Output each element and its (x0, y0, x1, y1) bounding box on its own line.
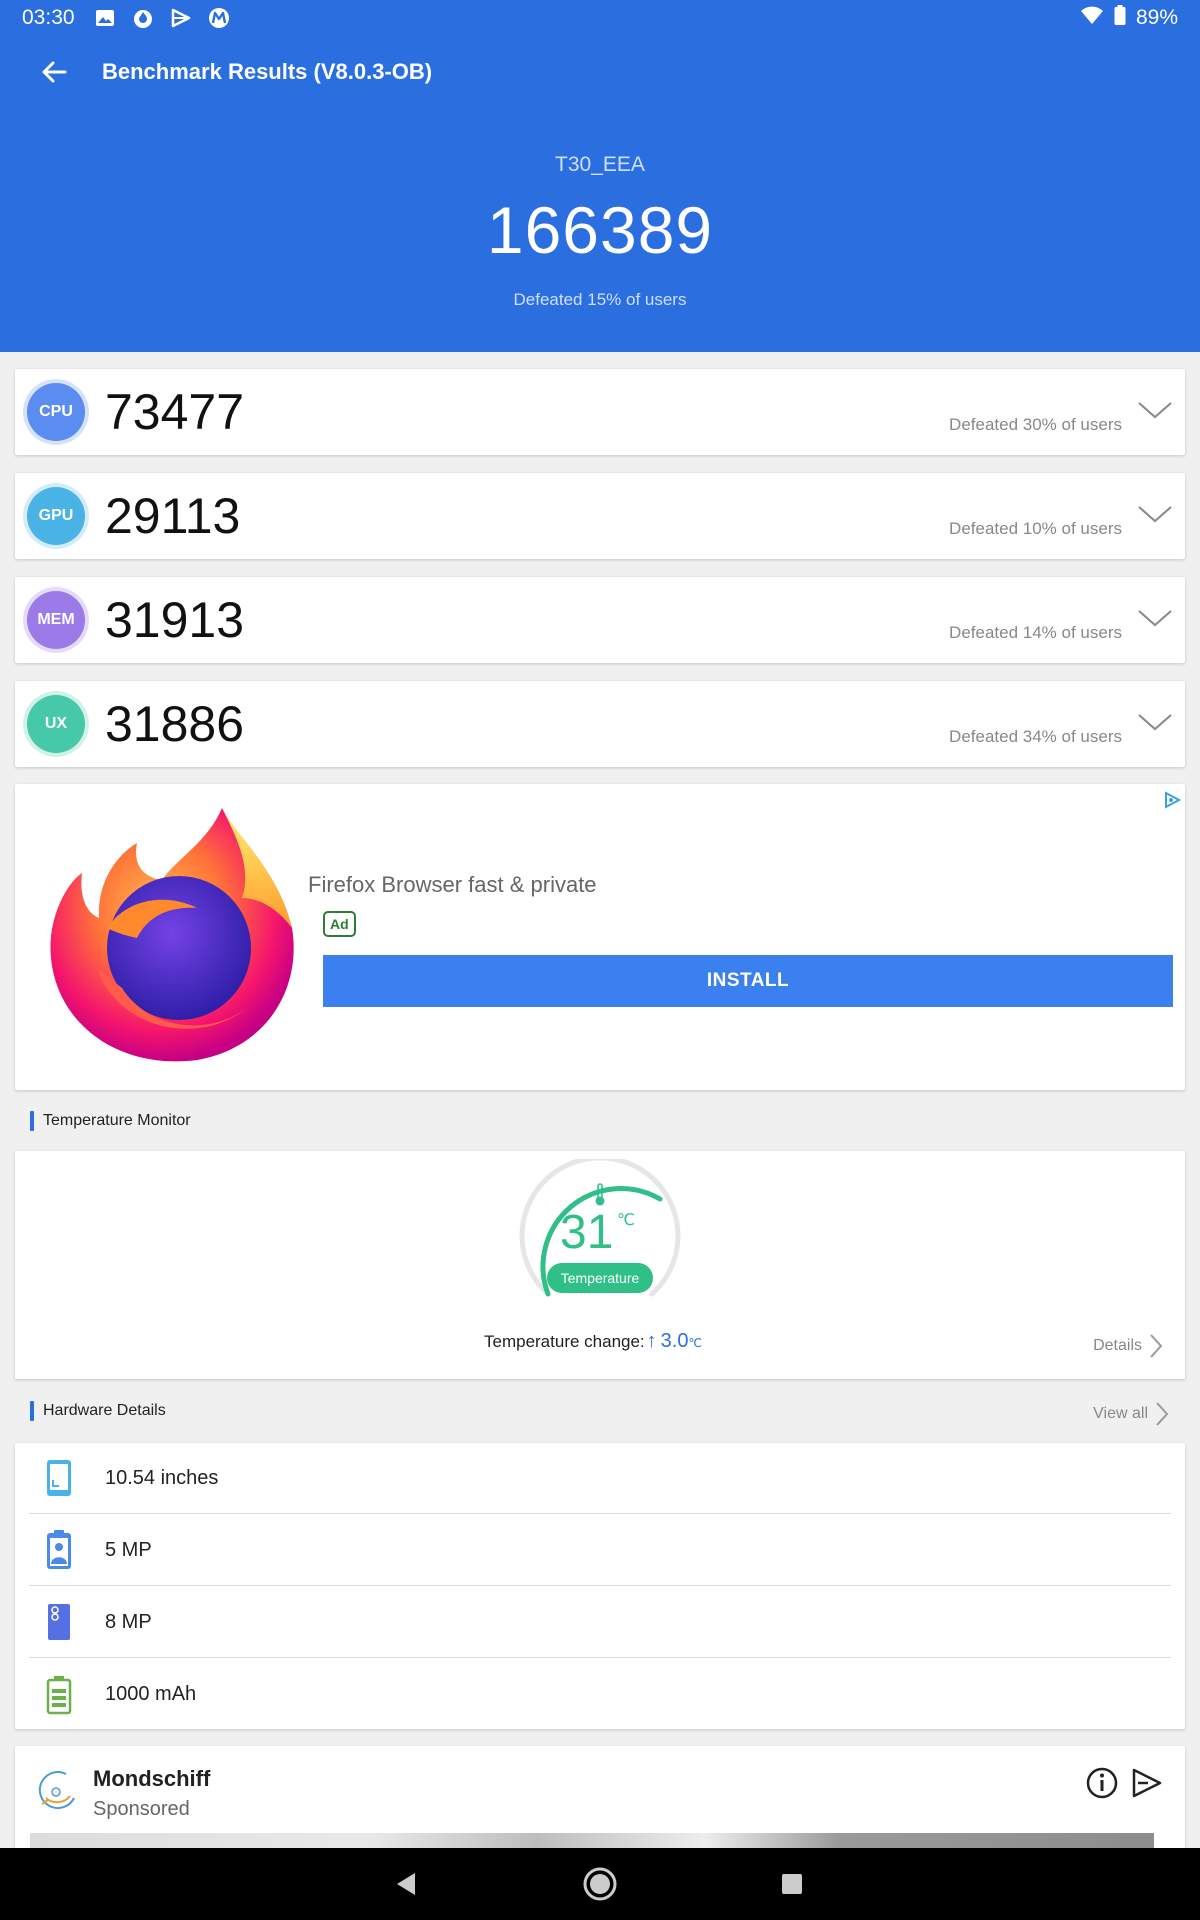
mem-score: 31913 (105, 592, 245, 648)
battery-percent: 89% (1135, 6, 1178, 29)
hardware-section-label: Hardware Details (43, 1402, 166, 1419)
nav-home-button[interactable] (580, 1864, 620, 1904)
thermometer-icon (595, 1183, 605, 1206)
status-right: 89% (1080, 5, 1178, 31)
cpu-score: 73477 (105, 384, 245, 440)
adchoices-icon[interactable] (1162, 790, 1182, 810)
view-all-label: View all (1093, 1405, 1148, 1422)
hardware-front-camera-text: 5 MP (105, 1538, 152, 1561)
play-store-icon (169, 6, 193, 30)
hardware-rear-camera-text: 8 MP (105, 1610, 152, 1633)
chevron-down-icon[interactable] (1137, 503, 1173, 527)
score-card-gpu[interactable]: GPU 29113 Defeated 10% of users (15, 473, 1185, 559)
screen-icon (41, 1457, 77, 1499)
arrow-left-icon (42, 61, 67, 83)
app-bar: Benchmark Results (V8.0.3-OB) (0, 36, 1200, 108)
temperature-section-title: Temperature Monitor (30, 1111, 191, 1131)
header-banner: 03:30 89% Benchmark Results (V8.0.3-OB) (0, 0, 1200, 352)
sponsor-title[interactable]: Mondschiff (93, 1766, 210, 1792)
score-card-mem[interactable]: MEM 31913 Defeated 14% of users (15, 577, 1185, 663)
firefox-logo-icon (50, 808, 294, 1062)
cpu-defeated: Defeated 30% of users (949, 415, 1122, 434)
gpu-score: 29113 (105, 488, 241, 544)
temperature-pill: Temperature (547, 1263, 653, 1293)
status-bar: 03:30 89% (0, 0, 1200, 36)
battery-status-icon (1114, 5, 1126, 31)
temperature-value: 31 (560, 1206, 614, 1259)
total-defeated-text: Defeated 15% of users (513, 290, 687, 309)
mem-badge-icon: MEM (27, 591, 85, 649)
hardware-row-battery[interactable]: 1000 mAh (29, 1659, 1171, 1730)
back-button[interactable] (24, 42, 84, 102)
temperature-change-unit: ℃ (688, 1336, 702, 1350)
hardware-section-title: Hardware Details (30, 1401, 166, 1421)
temperature-details-link[interactable]: Details (1093, 1332, 1164, 1360)
ad-label-badge: Ad (323, 911, 356, 937)
chevron-down-icon[interactable] (1137, 711, 1173, 735)
install-button[interactable]: INSTALL (323, 955, 1173, 1007)
temperature-change-value: 3.0 (660, 1330, 689, 1352)
adchoices-play-icon[interactable] (1130, 1766, 1164, 1800)
hardware-card: 10.54 inches 5 MP 8 MP 1000 mAh (15, 1443, 1185, 1729)
nav-back-button[interactable] (386, 1864, 426, 1904)
chevron-down-icon[interactable] (1137, 607, 1173, 631)
page-title: Benchmark Results (V8.0.3-OB) (102, 59, 433, 84)
gpu-defeated: Defeated 10% of users (949, 519, 1122, 538)
total-score: 166389 (486, 193, 714, 267)
square-recents-icon (782, 1874, 802, 1894)
navigation-bar (0, 1848, 1200, 1920)
gallery-icon (93, 6, 117, 30)
hardware-battery-text: 1000 mAh (105, 1683, 197, 1705)
chevron-down-icon[interactable] (1137, 399, 1173, 423)
ux-score: 31886 (105, 696, 245, 752)
temperature-change-label: Temperature change: (484, 1332, 645, 1351)
details-label: Details (1093, 1337, 1142, 1354)
info-icon[interactable] (1085, 1766, 1119, 1800)
cpu-badge-icon: CPU (27, 383, 85, 441)
ad-title[interactable]: Firefox Browser fast & private (308, 872, 597, 898)
malwarebytes-icon (207, 6, 231, 30)
ux-badge-icon: UX (27, 695, 85, 753)
hardware-row-front-camera[interactable]: 5 MP (29, 1515, 1171, 1586)
ux-defeated: Defeated 34% of users (949, 727, 1122, 746)
flame-app-icon (131, 6, 155, 30)
status-time: 03:30 (22, 6, 75, 29)
front-camera-icon (41, 1529, 77, 1571)
mem-defeated: Defeated 14% of users (949, 623, 1122, 642)
temperature-change-arrow: ↑ (646, 1330, 657, 1352)
chevron-right-icon (1156, 1402, 1169, 1426)
rear-camera-icon (41, 1601, 77, 1643)
score-card-ux[interactable]: UX 31886 Defeated 34% of users (15, 681, 1185, 767)
gpu-badge-icon: GPU (27, 487, 85, 545)
sponsor-subtitle: Sponsored (93, 1798, 190, 1820)
battery-icon (41, 1674, 77, 1716)
temperature-change: Temperature change: ↑ 3.0 ℃ (484, 1330, 702, 1353)
nav-recents-button[interactable] (772, 1864, 812, 1904)
triangle-back-icon (397, 1873, 415, 1895)
temperature-unit: ℃ (617, 1212, 635, 1229)
device-name: T30_EEA (555, 153, 645, 176)
temperature-section-label: Temperature Monitor (43, 1112, 191, 1129)
hardware-row-rear-camera[interactable]: 8 MP (29, 1587, 1171, 1658)
mondschiff-logo-icon (38, 1771, 75, 1810)
ad-card[interactable] (15, 784, 1185, 1090)
wifi-icon (1080, 5, 1104, 31)
home-circle-icon (583, 1867, 617, 1901)
view-all-link[interactable]: View all (1093, 1400, 1170, 1428)
hardware-row-screen[interactable]: 10.54 inches (29, 1443, 1171, 1514)
hardware-screen-text: 10.54 inches (105, 1466, 219, 1489)
score-card-cpu[interactable]: CPU 73477 Defeated 30% of users (15, 369, 1185, 455)
chevron-right-icon (1150, 1334, 1163, 1358)
